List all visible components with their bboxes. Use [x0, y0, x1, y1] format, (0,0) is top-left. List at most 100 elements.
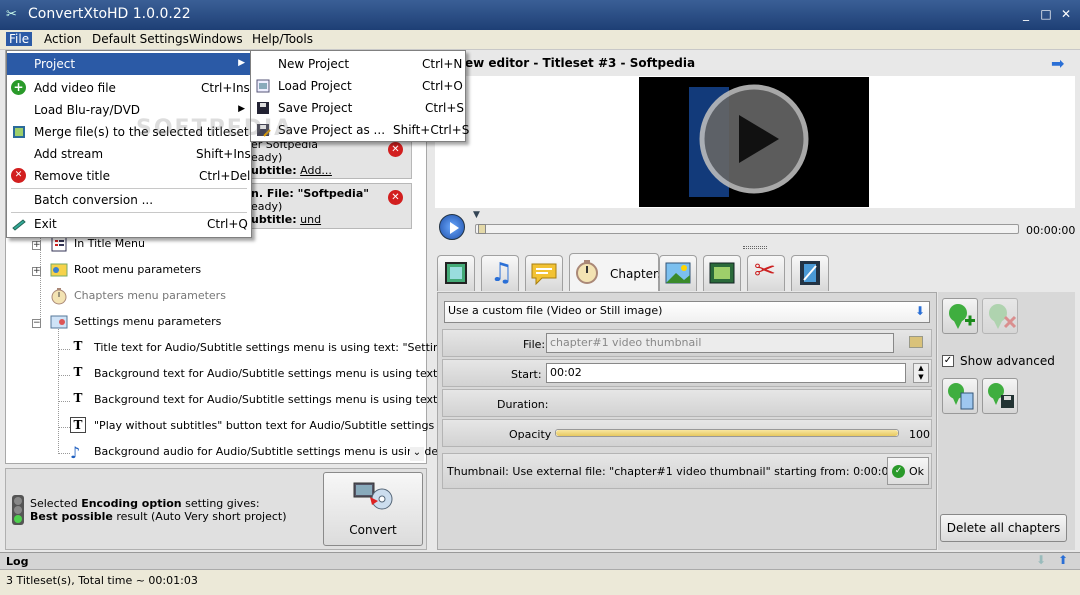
menu-windows[interactable]: Windows	[186, 32, 246, 46]
add-subtitle-link[interactable]: Add...	[300, 164, 332, 177]
submenu-arrow-icon: ▶	[238, 58, 245, 68]
start-time-input[interactable]: 00:02	[546, 363, 906, 383]
title-card-name: n. File: "Softpedia"	[251, 187, 369, 200]
maximize-button[interactable]: □	[1038, 6, 1054, 22]
menu-item-exit[interactable]: Exit Ctrl+Q	[7, 213, 251, 235]
show-advanced-checkbox[interactable]: ✓	[942, 355, 954, 367]
splitter-handle[interactable]	[743, 246, 767, 249]
menu-help-tools[interactable]: Help/Tools	[249, 32, 316, 46]
chapter-editor: Use a custom file (Video or Still image)…	[437, 292, 937, 550]
file-row: File: chapter#1 video thumbnail	[442, 329, 932, 357]
tab-preview[interactable]	[703, 255, 741, 291]
log-label: Log	[6, 555, 29, 568]
import-pin-icon	[948, 383, 974, 410]
menu-item-add-stream[interactable]: Add stream Shift+Ins	[7, 143, 251, 165]
tab-film-strip[interactable]	[791, 255, 829, 291]
menu-item-load-project[interactable]: Load Project Ctrl+O	[251, 75, 465, 97]
settings-menu-icon	[50, 313, 68, 331]
root-menu-icon	[50, 261, 68, 279]
menu-default-settings[interactable]: Default Settings	[89, 32, 192, 46]
subtitle-label: ubtitle:	[251, 213, 297, 226]
save-icon	[255, 100, 271, 116]
menu-bar: File Action Default Settings Windows Hel…	[0, 30, 1080, 50]
menu-item-remove-title[interactable]: ✕ Remove title Ctrl+Del	[7, 165, 251, 187]
scroll-down-arrow[interactable]: ⌄	[410, 447, 424, 461]
tab-audio[interactable]: ♫	[481, 255, 519, 291]
start-row: Start: 00:02 ▲ ▼	[442, 359, 932, 387]
menu-item-new-project[interactable]: New Project Ctrl+N	[251, 53, 465, 75]
music-note-icon: ♪	[70, 443, 81, 462]
window-title: ConvertXtoHD 1.0.0.22	[28, 6, 191, 22]
remove-pin-icon	[989, 304, 1017, 329]
show-advanced-label: Show advanced	[960, 354, 1055, 368]
convert-icon	[353, 482, 393, 510]
thumbnail-text: Thumbnail: Use external file: "chapter#1…	[447, 465, 896, 478]
tab-video[interactable]	[437, 255, 475, 291]
thumbnail-row: Thumbnail: Use external file: "chapter#1…	[442, 453, 932, 489]
tab-menu[interactable]	[659, 255, 697, 291]
editor-tabs: ♫ Chapters ✂	[435, 252, 1075, 292]
film-strip-icon	[11, 124, 27, 140]
menu-action[interactable]: Action	[41, 32, 85, 46]
collapse-toggle[interactable]: −	[32, 319, 41, 328]
minimize-button[interactable]: _	[1018, 6, 1034, 22]
remove-chapter-button[interactable]	[982, 298, 1018, 334]
arrow-down-icon[interactable]: ⬇	[1036, 553, 1046, 567]
convert-label: Convert	[349, 523, 397, 537]
subtitle-language-link[interactable]: und	[300, 213, 321, 226]
opacity-row: Opacity 100	[442, 419, 932, 447]
submenu-arrow-icon: ▶	[238, 104, 245, 114]
menu-file[interactable]: File	[6, 32, 33, 46]
play-button[interactable]	[439, 214, 465, 240]
menu-item-batch-conversion[interactable]: Batch conversion ...	[7, 189, 251, 211]
remove-title-icon[interactable]: ✕	[388, 190, 403, 205]
opacity-slider[interactable]	[555, 429, 899, 437]
title-card[interactable]: n. File: "Softpedia" eady) ubtitle: und …	[246, 183, 412, 229]
title-bar: ✂ ConvertXtoHD 1.0.0.22 _ □ ✕	[0, 0, 1080, 30]
seek-thumb[interactable]	[478, 224, 486, 234]
stopwatch-icon	[576, 260, 598, 284]
save-pin-icon	[988, 383, 1014, 408]
start-time-stepper[interactable]: ▲ ▼	[913, 363, 929, 383]
traffic-light-icon	[12, 495, 24, 525]
remove-title-icon[interactable]: ✕	[388, 142, 403, 157]
arrow-right-icon[interactable]: ➡	[1051, 54, 1069, 73]
menu-item-project[interactable]: Project ▶	[7, 53, 251, 75]
expand-toggle[interactable]: +	[32, 267, 41, 276]
tab-chapters[interactable]: Chapters	[569, 253, 664, 291]
add-chapter-button[interactable]	[942, 298, 978, 334]
close-button[interactable]: ✕	[1058, 6, 1074, 22]
add-icon: +	[11, 80, 27, 96]
file-field[interactable]: chapter#1 video thumbnail	[546, 333, 894, 353]
video-frame	[639, 77, 869, 207]
position-marker[interactable]: ▼	[473, 210, 481, 220]
text-icon: T	[70, 365, 88, 383]
save-chapters-button[interactable]	[982, 378, 1018, 414]
convert-button[interactable]: Convert	[323, 472, 423, 546]
file-menu: Project ▶ + Add video file Ctrl+Ins Load…	[6, 50, 252, 238]
delete-all-chapters-button[interactable]: Delete all chapters	[940, 514, 1067, 542]
ok-button[interactable]: ✓ Ok	[887, 457, 929, 485]
text-button-icon: T	[70, 417, 88, 435]
dropdown-arrow-icon: ⬇	[914, 304, 925, 318]
add-pin-icon	[949, 304, 975, 329]
arrow-up-icon[interactable]: ⬆	[1058, 553, 1068, 567]
seek-slider[interactable]	[475, 224, 1019, 234]
watermark: SOFTPEDIA	[136, 116, 294, 141]
play-overlay-icon	[689, 84, 809, 197]
duration-row: Duration:	[442, 389, 932, 417]
menu-item-add-video-file[interactable]: + Add video file Ctrl+Ins	[7, 77, 251, 99]
text-icon: T	[70, 391, 88, 409]
opacity-value: 100	[909, 428, 930, 441]
log-bar: Log ⬇ ⬆	[0, 552, 1080, 570]
folder-icon[interactable]	[909, 336, 923, 348]
expand-toggle[interactable]: +	[32, 241, 41, 250]
preview-header: ew editor - Titleset #3 - Softpedia ➡	[435, 50, 1075, 76]
import-chapters-button[interactable]	[942, 378, 978, 414]
tab-cut[interactable]: ✂	[747, 255, 785, 291]
subtitle-label: ubtitle:	[251, 164, 297, 177]
title-card-status: eady)	[251, 200, 283, 213]
source-dropdown[interactable]: Use a custom file (Video or Still image)…	[444, 301, 930, 323]
playback-bar: ▼ 00:00:00	[435, 210, 1075, 250]
tab-subtitles[interactable]	[525, 255, 563, 291]
